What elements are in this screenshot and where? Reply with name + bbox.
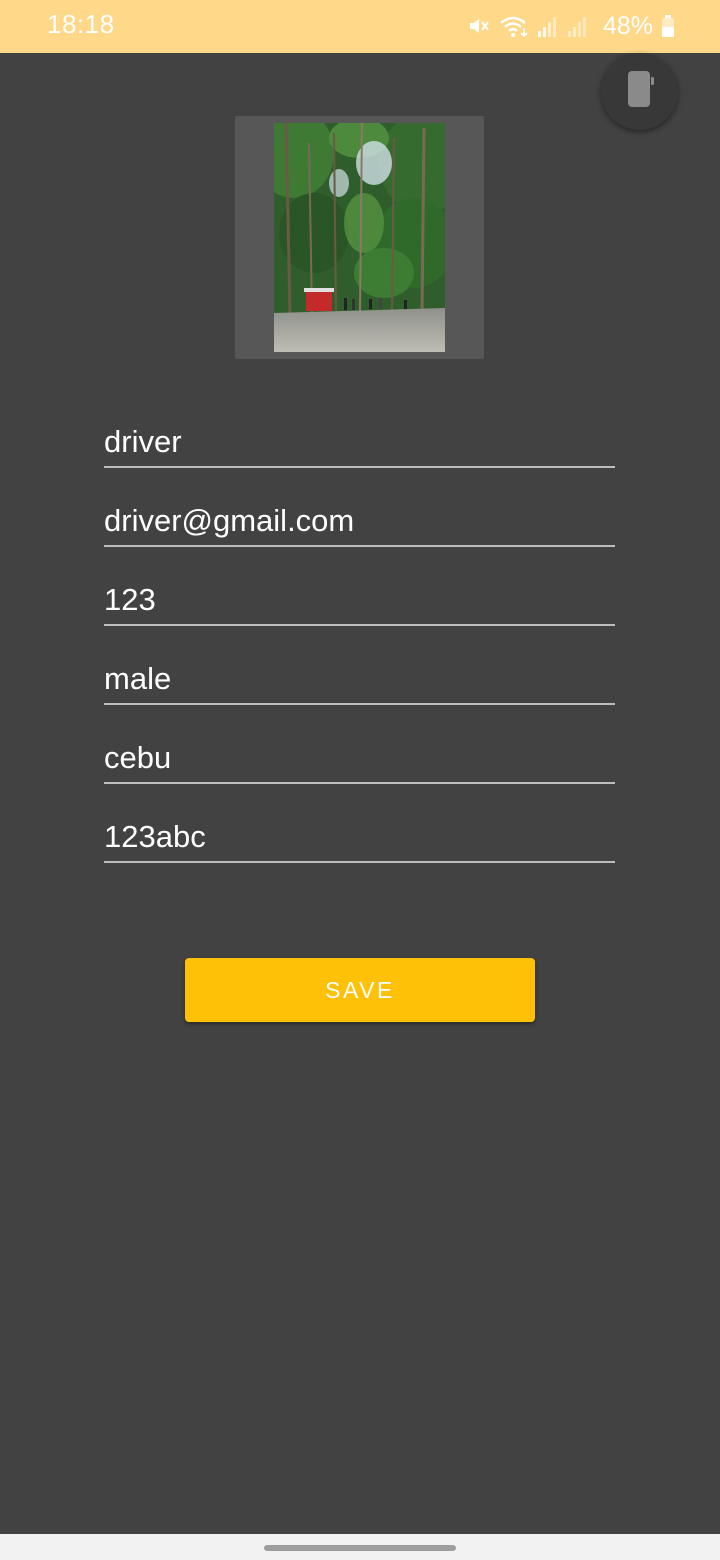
password-field-value: 123 [104, 582, 156, 617]
profile-photo-frame[interactable] [235, 116, 484, 359]
gender-field[interactable]: male [104, 655, 615, 705]
navigation-bar [0, 1534, 720, 1560]
signal-icon [537, 14, 559, 38]
rotate-icon [624, 69, 656, 114]
email-field[interactable]: driver@gmail.com [104, 497, 615, 547]
password-field[interactable]: 123 [104, 576, 615, 626]
address-field-value: cebu [104, 740, 172, 775]
gender-field-value: male [104, 661, 172, 696]
save-button-label: SAVE [325, 976, 395, 1003]
wifi-icon [499, 14, 529, 38]
email-field-value: driver@gmail.com [104, 503, 355, 538]
profile-photo[interactable] [274, 123, 445, 352]
plate-number-field[interactable]: 123abc [104, 813, 615, 863]
rotate-screen-button[interactable] [601, 53, 678, 130]
plate-number-field-value: 123abc [104, 819, 206, 854]
mute-icon [467, 14, 491, 38]
status-bar: 18:18 48% [0, 0, 720, 53]
name-field[interactable]: driver [104, 418, 615, 468]
name-field-value: driver [104, 424, 182, 459]
home-gesture-handle[interactable] [264, 1545, 456, 1551]
signal-icon [567, 14, 589, 38]
status-time: 18:18 [47, 9, 115, 39]
status-icons: 48% [467, 10, 675, 42]
battery-icon [661, 14, 675, 38]
battery-percentage: 48% [602, 11, 653, 40]
address-field[interactable]: cebu [104, 734, 615, 784]
save-button[interactable]: SAVE [185, 958, 535, 1022]
